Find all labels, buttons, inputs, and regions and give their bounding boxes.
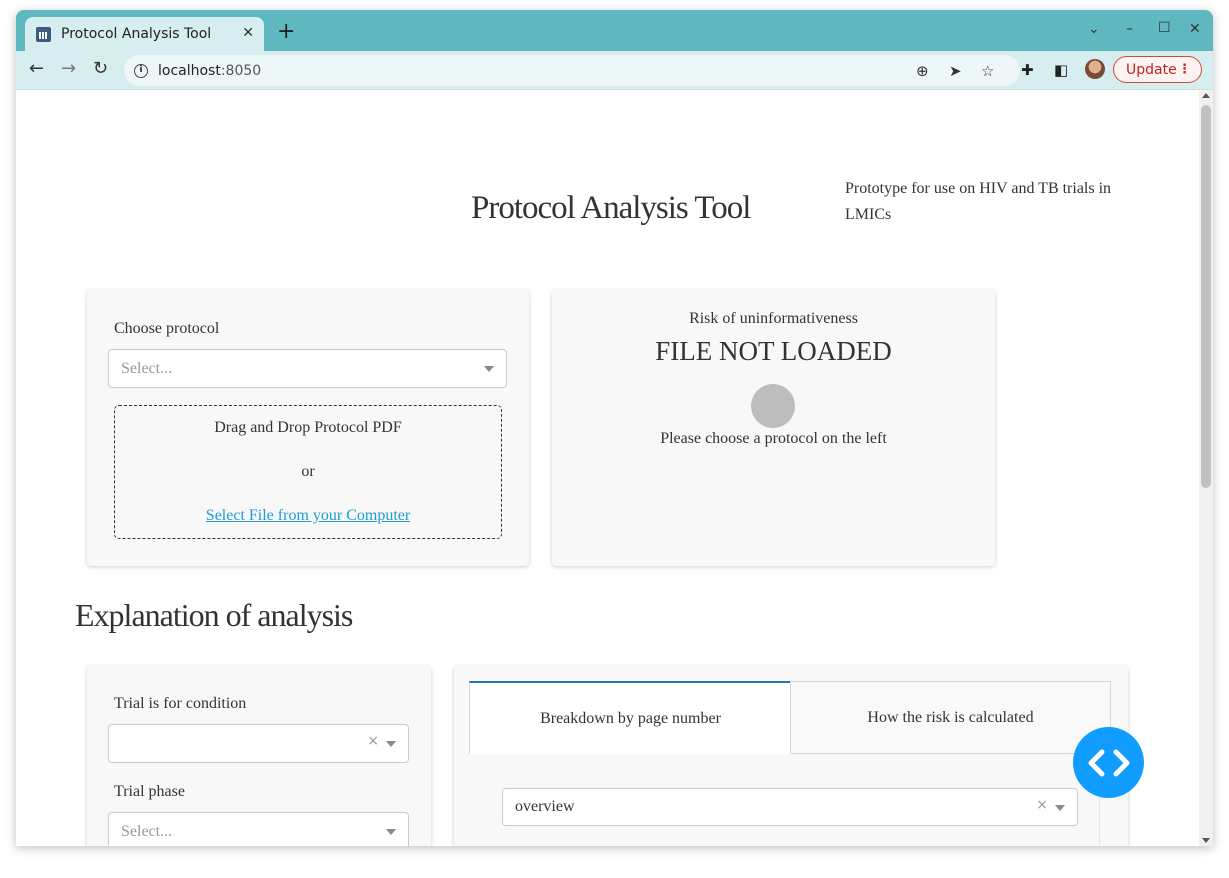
site-info-icon[interactable]: i [134, 63, 148, 78]
condition-label: Trial is for condition [114, 695, 247, 712]
url-host: localhost [158, 62, 221, 79]
dropzone-text: Drag and Drop Protocol PDF [214, 419, 402, 436]
risk-card: Risk of uninformativeness FILE NOT LOADE… [552, 290, 995, 566]
protocol-card: Choose protocol Select... Drag and Drop … [87, 290, 529, 566]
tab-how-risk-calculated[interactable]: How the risk is calculated [790, 681, 1111, 754]
chevron-down-icon[interactable] [484, 366, 494, 372]
chevron-down-icon[interactable] [386, 829, 396, 835]
phase-select[interactable]: Select... [108, 812, 409, 846]
scroll-down-icon[interactable] [1202, 838, 1210, 843]
send-icon[interactable]: ➤ [949, 62, 962, 80]
window-close-icon[interactable]: ✕ [1189, 21, 1201, 37]
risk-label: Risk of uninformativeness [689, 310, 858, 327]
protocol-select-placeholder: Select... [121, 359, 173, 377]
update-label: Update [1126, 61, 1177, 78]
browser-tab[interactable]: Protocol Analysis Tool ✕ [25, 17, 264, 51]
breakdown-select-value: overview [515, 798, 575, 815]
risk-indicator [751, 384, 795, 428]
protocol-select[interactable]: Select... [108, 349, 507, 388]
bookmark-star-icon[interactable]: ☆ [981, 62, 994, 80]
chevron-down-icon[interactable]: ⌄ [1088, 21, 1100, 37]
chevron-down-icon[interactable] [1055, 805, 1065, 811]
tab-close-icon[interactable]: ✕ [242, 25, 254, 41]
choose-protocol-label: Choose protocol [114, 320, 220, 337]
breakdown-select[interactable]: overview × [502, 788, 1078, 826]
profile-avatar[interactable] [1085, 59, 1105, 79]
debug-toggle-button[interactable] [1073, 727, 1144, 798]
extensions-icon[interactable]: ✚ [1021, 61, 1034, 79]
maximize-icon[interactable]: ☐ [1158, 20, 1171, 36]
zoom-icon[interactable]: ⊕ [916, 62, 929, 80]
menu-dots-icon[interactable]: ⋮ [1178, 62, 1191, 77]
risk-message: Please choose a protocol on the left [660, 430, 887, 447]
tab-panel: overview × [469, 754, 1100, 846]
page-title: Protocol Analysis Tool [471, 190, 751, 226]
scrollbar-thumb[interactable] [1201, 105, 1211, 488]
phase-placeholder: Select... [121, 822, 173, 840]
condition-select[interactable]: × [108, 724, 409, 763]
clear-icon[interactable]: × [1036, 797, 1048, 813]
update-button[interactable]: Update ⋮ [1113, 56, 1202, 83]
filters-card: Trial is for condition × Trial phase Sel… [87, 666, 431, 846]
browser-window: Protocol Analysis Tool ✕ + ⌄ – ☐ ✕ ← → ↻… [16, 10, 1213, 846]
reload-icon[interactable]: ↻ [93, 59, 108, 79]
tab-title: Protocol Analysis Tool [61, 26, 212, 42]
url-port: :8050 [220, 62, 262, 79]
address-bar[interactable]: i localhost:8050 ⊕ ➤ ☆ [124, 55, 1020, 86]
tab-breakdown-by-page[interactable]: Breakdown by page number [469, 681, 791, 754]
side-panel-icon[interactable]: ◧ [1054, 61, 1068, 79]
chevron-down-icon[interactable] [386, 741, 396, 747]
analysis-tabs: Breakdown by page number How the risk is… [469, 681, 1111, 754]
analysis-card: Breakdown by page number How the risk is… [454, 666, 1128, 846]
clear-icon[interactable]: × [367, 733, 379, 749]
code-brackets-icon [1088, 749, 1129, 776]
pdf-dropzone[interactable]: Drag and Drop Protocol PDF or Select Fil… [114, 405, 502, 539]
new-tab-icon[interactable]: + [277, 21, 295, 43]
page-viewport: Protocol Analysis Tool Prototype for use… [16, 90, 1199, 846]
page-subtitle: Prototype for use on HIV and TB trials i… [845, 180, 1112, 223]
dropzone-or: or [301, 463, 315, 480]
back-icon[interactable]: ← [29, 59, 44, 79]
minimize-icon[interactable]: – [1126, 21, 1133, 37]
forward-icon[interactable]: → [61, 59, 76, 79]
select-file-link[interactable]: Select File from your Computer [115, 507, 501, 525]
phase-label: Trial phase [114, 783, 185, 800]
favicon-icon [36, 26, 51, 42]
risk-status: FILE NOT LOADED [655, 336, 892, 366]
vertical-scrollbar[interactable] [1199, 90, 1213, 846]
explanation-heading: Explanation of analysis [75, 597, 353, 633]
title-bar: Protocol Analysis Tool ✕ + ⌄ – ☐ ✕ [16, 10, 1213, 51]
scroll-up-icon[interactable] [1202, 93, 1210, 98]
